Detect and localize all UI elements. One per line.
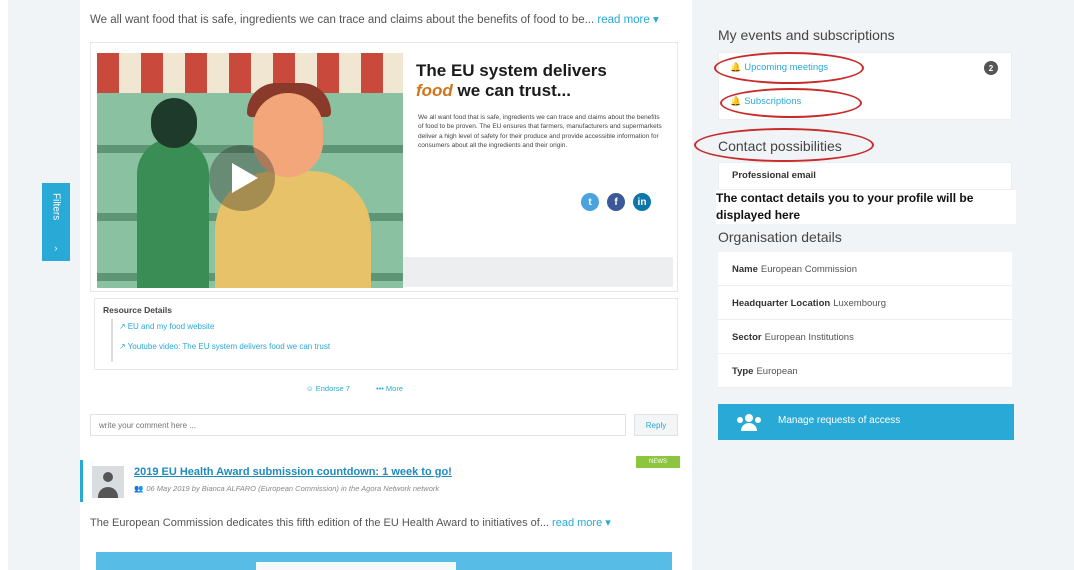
post-accent-bar (80, 460, 83, 502)
news-badge: NEWS (636, 456, 680, 468)
linkedin-icon[interactable]: in (633, 193, 651, 211)
video-footer (403, 257, 673, 287)
endorse-button[interactable]: ☺ Endorse 7 (306, 384, 350, 393)
org-row-value: European Commission (760, 264, 857, 275)
annotation-circle (720, 88, 862, 118)
video-title-rest: we can trust... (452, 80, 571, 100)
avatar[interactable] (92, 466, 124, 498)
resource-links: ↗ EU and my food website ↗ Youtube video: … (111, 319, 330, 362)
org-row-label: Headquarter Location (732, 298, 831, 309)
org-row-value: Luxembourg (833, 298, 886, 309)
org-row: Name European Commission (718, 252, 1012, 286)
org-row: Type European (718, 354, 1012, 388)
org-row-label: Type (732, 366, 754, 377)
manage-requests-button[interactable]: Manage requests of access (718, 404, 1014, 440)
post-actions: ☺ Endorse 7 ••• More (306, 384, 403, 393)
comment-input[interactable] (90, 414, 626, 436)
post-intro-text: We all want food that is safe, ingredien… (90, 14, 595, 26)
upcoming-count-badge: 2 (984, 61, 998, 75)
post-intro: We all want food that is safe, ingredien… (90, 12, 659, 26)
resource-details: Resource Details ↗ EU and my food website… (94, 298, 678, 370)
reply-button[interactable]: Reply (634, 414, 678, 436)
manage-requests-label: Manage requests of access (778, 415, 901, 426)
social-share: t f in (581, 193, 651, 211)
window-edge (0, 0, 8, 570)
org-row-value: European Institutions (764, 332, 854, 343)
filters-tab[interactable]: Filters › (42, 183, 70, 261)
org-row: Sector European Institutions (718, 320, 1012, 354)
post-image[interactable] (96, 552, 672, 570)
org-row-value: European (756, 366, 798, 377)
external-link-icon: ↗ (119, 342, 126, 351)
facebook-icon[interactable]: f (607, 193, 625, 211)
video-title-line1: The EU system delivers (416, 61, 607, 80)
video-illustration-awning (97, 53, 403, 93)
org-heading: Organisation details (718, 229, 842, 245)
video-player[interactable] (97, 53, 403, 288)
post-excerpt-text: The European Commission dedicates this f… (90, 517, 549, 529)
annotation-circle (714, 52, 864, 84)
endorse-count: 7 (345, 384, 350, 393)
professional-email-label: Professional email (732, 170, 816, 181)
play-button[interactable] (209, 145, 275, 211)
more-button[interactable]: ••• More (376, 384, 403, 393)
events-heading: My events and subscriptions (718, 27, 895, 43)
post-excerpt: The European Commission dedicates this f… (90, 516, 611, 529)
group-icon: 👥 (134, 484, 144, 493)
org-row-label: Sector (732, 332, 762, 343)
org-row: Headquarter Location Luxembourg (718, 286, 1012, 320)
play-icon (232, 163, 258, 193)
resource-title: Resource Details (103, 305, 172, 315)
external-link-icon: ↗ (119, 322, 126, 331)
video-description: We all want food that is safe, ingredien… (418, 114, 662, 150)
read-more-link[interactable]: read more ▾ (597, 14, 658, 26)
filters-tab-label: Filters (50, 193, 62, 221)
video-title-food: food (416, 80, 453, 100)
video-card: The EU system delivers food we can trust… (90, 42, 678, 292)
users-icon (737, 414, 761, 431)
annotation-note: The contact details you to your profile … (716, 190, 1016, 224)
post-title-link[interactable]: 2019 EU Health Award submission countdow… (134, 466, 452, 478)
video-illustration-woman (137, 98, 209, 288)
resource-link[interactable]: ↗ Youtube video: The EU system delivers f… (119, 342, 330, 351)
chevron-right-icon: › (54, 243, 58, 253)
read-more-link[interactable]: read more ▾ (552, 517, 611, 529)
post-meta-text: 06 May 2019 by Bianca ALFARO (European C… (146, 484, 440, 493)
twitter-icon[interactable]: t (581, 193, 599, 211)
org-row-label: Name (732, 264, 758, 275)
resource-link[interactable]: ↗ EU and my food website (119, 322, 330, 331)
video-title: The EU system delivers food we can trust… (416, 61, 666, 100)
post-meta: 👥 06 May 2019 by Bianca ALFARO (European … (134, 484, 439, 493)
annotation-circle (694, 128, 874, 162)
